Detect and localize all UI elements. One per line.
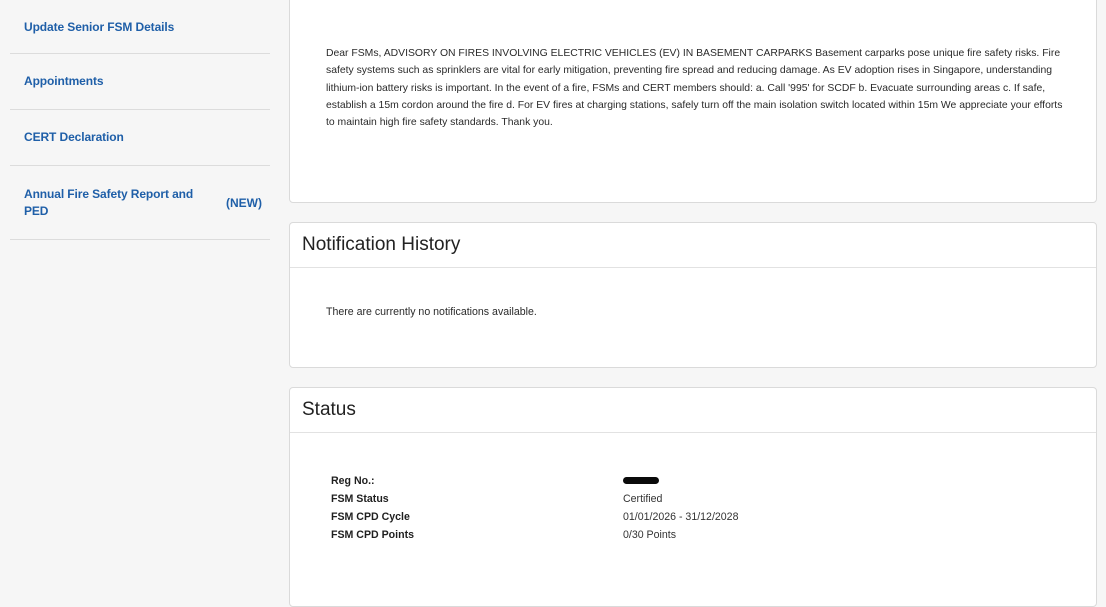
status-row-cpd-cycle: FSM CPD Cycle 01/01/2026 - 31/12/2028 [331, 508, 1031, 526]
status-value: 01/01/2026 - 31/12/2028 [623, 511, 739, 523]
sidebar-item-appointments[interactable]: Appointments [10, 54, 270, 110]
empty-notifications-message: There are currently no notifications ava… [326, 306, 537, 318]
status-card: Status Reg No.: FSM Status Certified FSM… [289, 387, 1097, 607]
sidebar-item-label: Annual Fire Safety Report and PED [24, 186, 194, 218]
status-label: FSM CPD Cycle [331, 511, 410, 523]
sidebar-item-cert-declaration[interactable]: CERT Declaration [10, 110, 270, 166]
notification-history-title: Notification History [290, 223, 1096, 268]
sidebar-item-annual-fire-safety-report[interactable]: Annual Fire Safety Report and PED (NEW) [10, 166, 270, 240]
advisory-message: Dear FSMs, ADVISORY ON FIRES INVOLVING E… [326, 48, 1063, 129]
sidebar-item-update-senior-fsm-details[interactable]: Update Senior FSM Details [10, 0, 270, 54]
status-title: Status [290, 388, 1096, 433]
status-value: Certified [623, 493, 663, 505]
sidebar-item-label: Update Senior FSM Details [24, 20, 175, 34]
sidebar-item-label: CERT Declaration [24, 130, 124, 144]
status-row-cpd-points: FSM CPD Points 0/30 Points [331, 526, 1031, 544]
notification-history-card: Notification History There are currently… [289, 222, 1097, 368]
status-label: FSM Status [331, 493, 389, 505]
status-label: Reg No.: [331, 475, 375, 487]
new-badge: (NEW) [226, 195, 262, 210]
reg-no-value-redacted [623, 475, 659, 487]
status-row-fsm-status: FSM Status Certified [331, 490, 1031, 508]
status-value: 0/30 Points [623, 529, 677, 541]
advisory-card: Dear FSMs, ADVISORY ON FIRES INVOLVING E… [289, 0, 1097, 203]
status-label: FSM CPD Points [331, 529, 414, 541]
status-row-reg-no: Reg No.: [331, 472, 1031, 490]
redaction-mark [623, 477, 659, 484]
sidebar-nav: Update Senior FSM Details Appointments C… [10, 0, 270, 240]
sidebar-item-label: Appointments [24, 74, 104, 88]
status-table: Reg No.: FSM Status Certified FSM CPD Cy… [331, 472, 1031, 544]
